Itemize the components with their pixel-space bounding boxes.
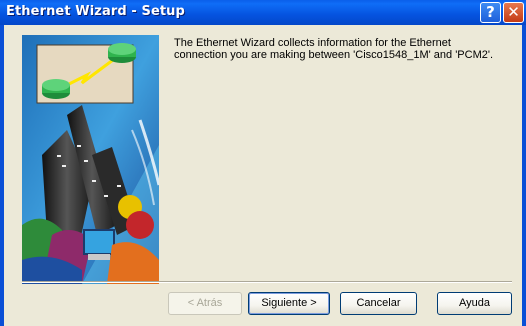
next-button[interactable]: Siguiente > [248, 292, 330, 315]
router-icon-top [108, 43, 136, 63]
wizard-message: The Ethernet Wizard collects information… [174, 37, 514, 61]
message-line-1: The Ethernet Wizard collects information… [174, 37, 451, 49]
cancel-button[interactable]: Cancelar [340, 292, 417, 315]
close-icon: ✕ [507, 3, 520, 21]
help-button[interactable]: Ayuda [437, 292, 512, 315]
button-separator [22, 281, 512, 283]
close-title-button[interactable]: ✕ [503, 2, 524, 23]
window-border-right [522, 25, 526, 326]
wizard-illustration [22, 35, 159, 284]
help-title-button[interactable]: ? [480, 2, 501, 23]
wizard-window: Ethernet Wizard - Setup ? ✕ The Ethernet… [0, 0, 526, 326]
window-title: Ethernet Wizard - Setup [6, 4, 185, 19]
question-icon: ? [486, 3, 495, 21]
back-button[interactable]: < Atrás [168, 292, 242, 315]
message-line-2: connection you are making between 'Cisco… [174, 49, 494, 61]
window-border-left [0, 25, 4, 326]
title-bar[interactable]: Ethernet Wizard - Setup ? ✕ [0, 0, 526, 25]
router-icon-bottom [42, 79, 70, 99]
